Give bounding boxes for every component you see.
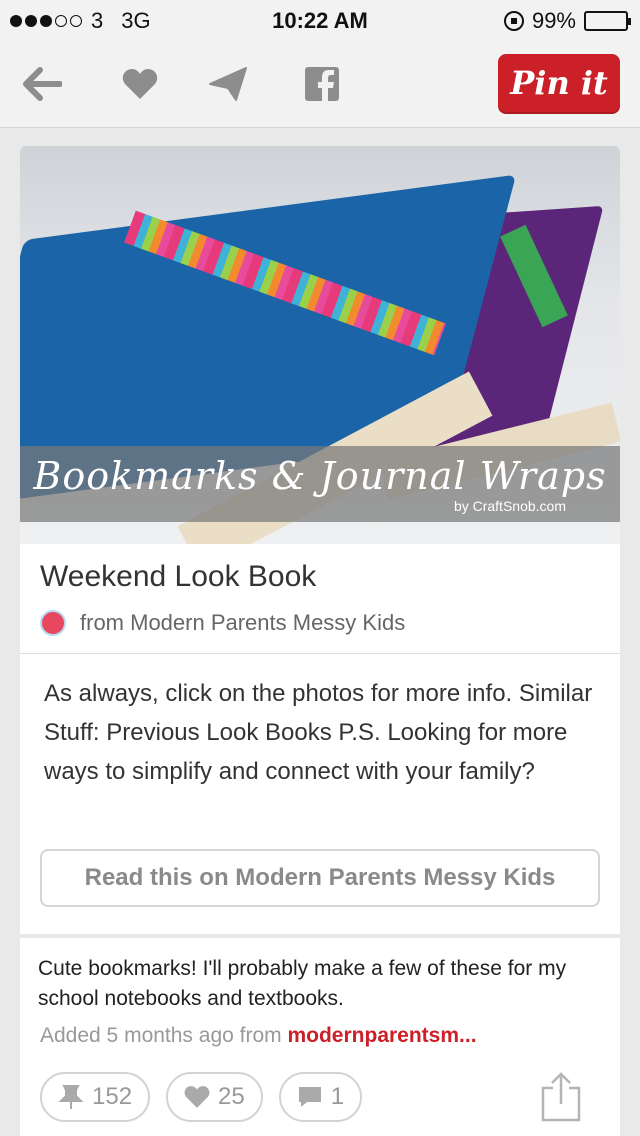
pin-actions: 152 25 1 [40,1072,378,1122]
speech-bubble-icon [297,1085,323,1109]
like-count: 25 [218,1083,245,1110]
share-icon[interactable] [538,1072,584,1122]
pin-card: Bookmarks & Journal Wraps by CraftSnob.c… [20,146,620,1136]
section-divider [20,934,620,938]
pin-image[interactable]: Bookmarks & Journal Wraps by CraftSnob.c… [20,146,620,544]
pin-header: Weekend Look Book from Modern Parents Me… [20,544,620,654]
heart-icon [184,1085,210,1109]
source-avatar [40,610,66,636]
comment-count: 1 [330,1083,345,1110]
pin-title: Weekend Look Book [40,560,317,593]
status-bar: 3 3G 10:22 AM 99% [0,0,640,40]
pin-description: As always, click on the photos for more … [44,680,593,785]
back-arrow-icon[interactable] [20,62,64,106]
battery-icon [584,11,631,31]
battery-percent: 99% [531,8,576,33]
added-info: Added 5 months ago from modernparentsm..… [40,1024,477,1048]
pin-comment: Cute bookmarks! I'll probably make a few… [38,957,567,1010]
image-caption: Bookmarks & Journal Wraps [33,454,607,498]
image-banner: Bookmarks & Journal Wraps by CraftSnob.c… [20,446,620,522]
added-text: Added 5 months ago from [40,1024,288,1047]
pin-it-button[interactable]: Pin it [498,54,620,114]
like-count-button[interactable]: 25 [166,1072,263,1122]
image-credit: by CraftSnob.com [453,498,566,514]
read-source-button[interactable]: Read this on Modern Parents Messy Kids [40,849,600,907]
rotation-lock-icon [503,11,524,31]
source-text: from Modern Parents Messy Kids [80,610,406,635]
paper-plane-icon[interactable] [206,62,250,106]
battery-group: 99% [503,8,631,34]
heart-icon[interactable] [118,62,162,106]
comment-count-button[interactable]: 1 [278,1072,363,1122]
pin-source[interactable]: from Modern Parents Messy Kids [40,610,600,636]
toolbar: Pin it [0,40,640,128]
facebook-icon[interactable] [300,62,344,106]
repin-count-button[interactable]: 152 [40,1072,151,1122]
added-source-link[interactable]: modernparentsm... [287,1024,476,1047]
pushpin-icon [58,1084,84,1110]
repin-count: 152 [92,1083,133,1110]
